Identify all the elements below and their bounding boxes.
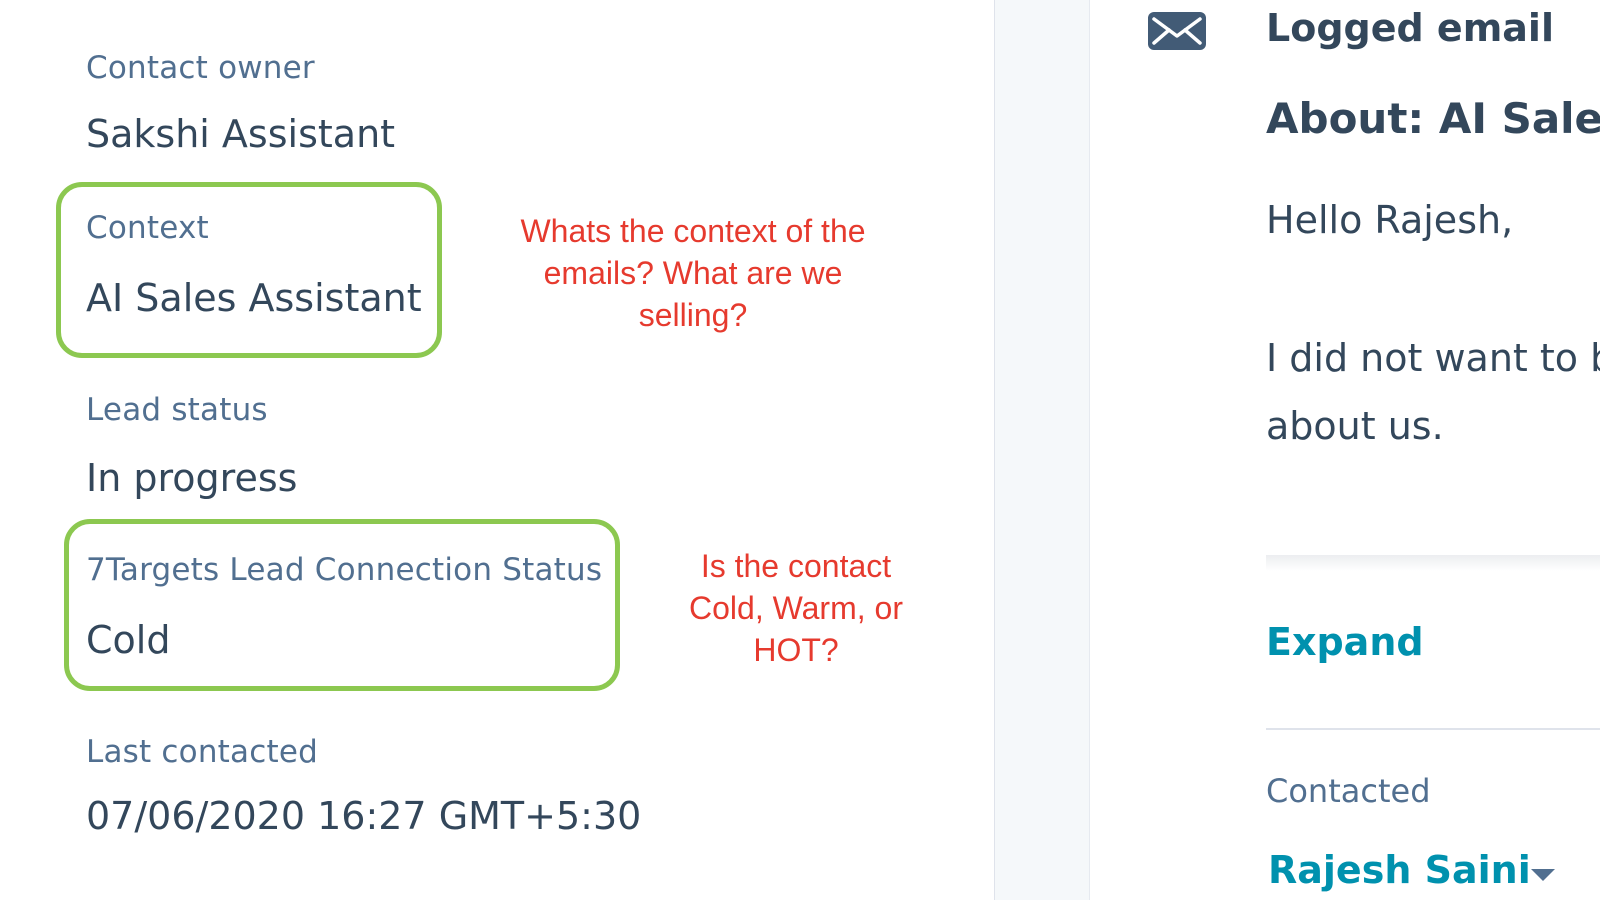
contact-owner-value[interactable]: Sakshi Assistant [86, 112, 395, 156]
expand-link[interactable]: Expand [1266, 620, 1424, 664]
crm-contact-view: Contact owner Sakshi Assistant Context A… [0, 0, 1600, 900]
status-annotation-line: HOT? [753, 632, 839, 668]
envelope-icon [1148, 12, 1206, 50]
status-annotation-line: Is the contact [700, 548, 892, 584]
contact-properties-panel: Contact owner Sakshi Assistant Context A… [0, 0, 994, 900]
connection-status-highlight-box [64, 519, 620, 691]
email-body-line: about us. [1266, 404, 1444, 448]
context-highlight-box [56, 182, 442, 358]
last-contacted-label: Last contacted [86, 734, 318, 770]
email-type-title: Logged email [1266, 6, 1554, 50]
context-annotation-line: selling? [638, 297, 748, 333]
email-body-line: I did not want to b [1266, 336, 1600, 380]
connection-status-label: 7Targets Lead Connection Status [86, 552, 603, 588]
activity-email-card: Logged email About: AI Sales Hello Rajes… [1090, 0, 1600, 900]
status-annotation-line: Cold, Warm, or [689, 590, 903, 626]
status-annotation: Is the contact Cold, Warm, or HOT? [660, 545, 932, 671]
section-divider [1266, 728, 1600, 730]
email-body-fade [1266, 555, 1600, 571]
contact-owner-label: Contact owner [86, 50, 315, 86]
panel-divider [994, 0, 1090, 900]
lead-status-value[interactable]: In progress [86, 456, 297, 500]
caret-down-icon[interactable] [1530, 868, 1556, 882]
context-value[interactable]: AI Sales Assistant [86, 276, 422, 320]
context-label: Context [86, 210, 209, 246]
email-subject: About: AI Sales [1266, 94, 1600, 143]
context-annotation-line: emails? What are we [543, 255, 843, 291]
lead-status-label: Lead status [86, 392, 268, 428]
context-annotation-line: Whats the context of the [520, 213, 866, 249]
email-body-line: Hello Rajesh, [1266, 198, 1514, 242]
context-annotation: Whats the context of the emails? What ar… [486, 210, 900, 336]
contacted-label: Contacted [1266, 772, 1431, 810]
connection-status-value[interactable]: Cold [86, 618, 170, 662]
contact-name-link[interactable]: Rajesh Saini [1268, 848, 1531, 892]
last-contacted-value[interactable]: 07/06/2020 16:27 GMT+5:30 [86, 794, 641, 838]
